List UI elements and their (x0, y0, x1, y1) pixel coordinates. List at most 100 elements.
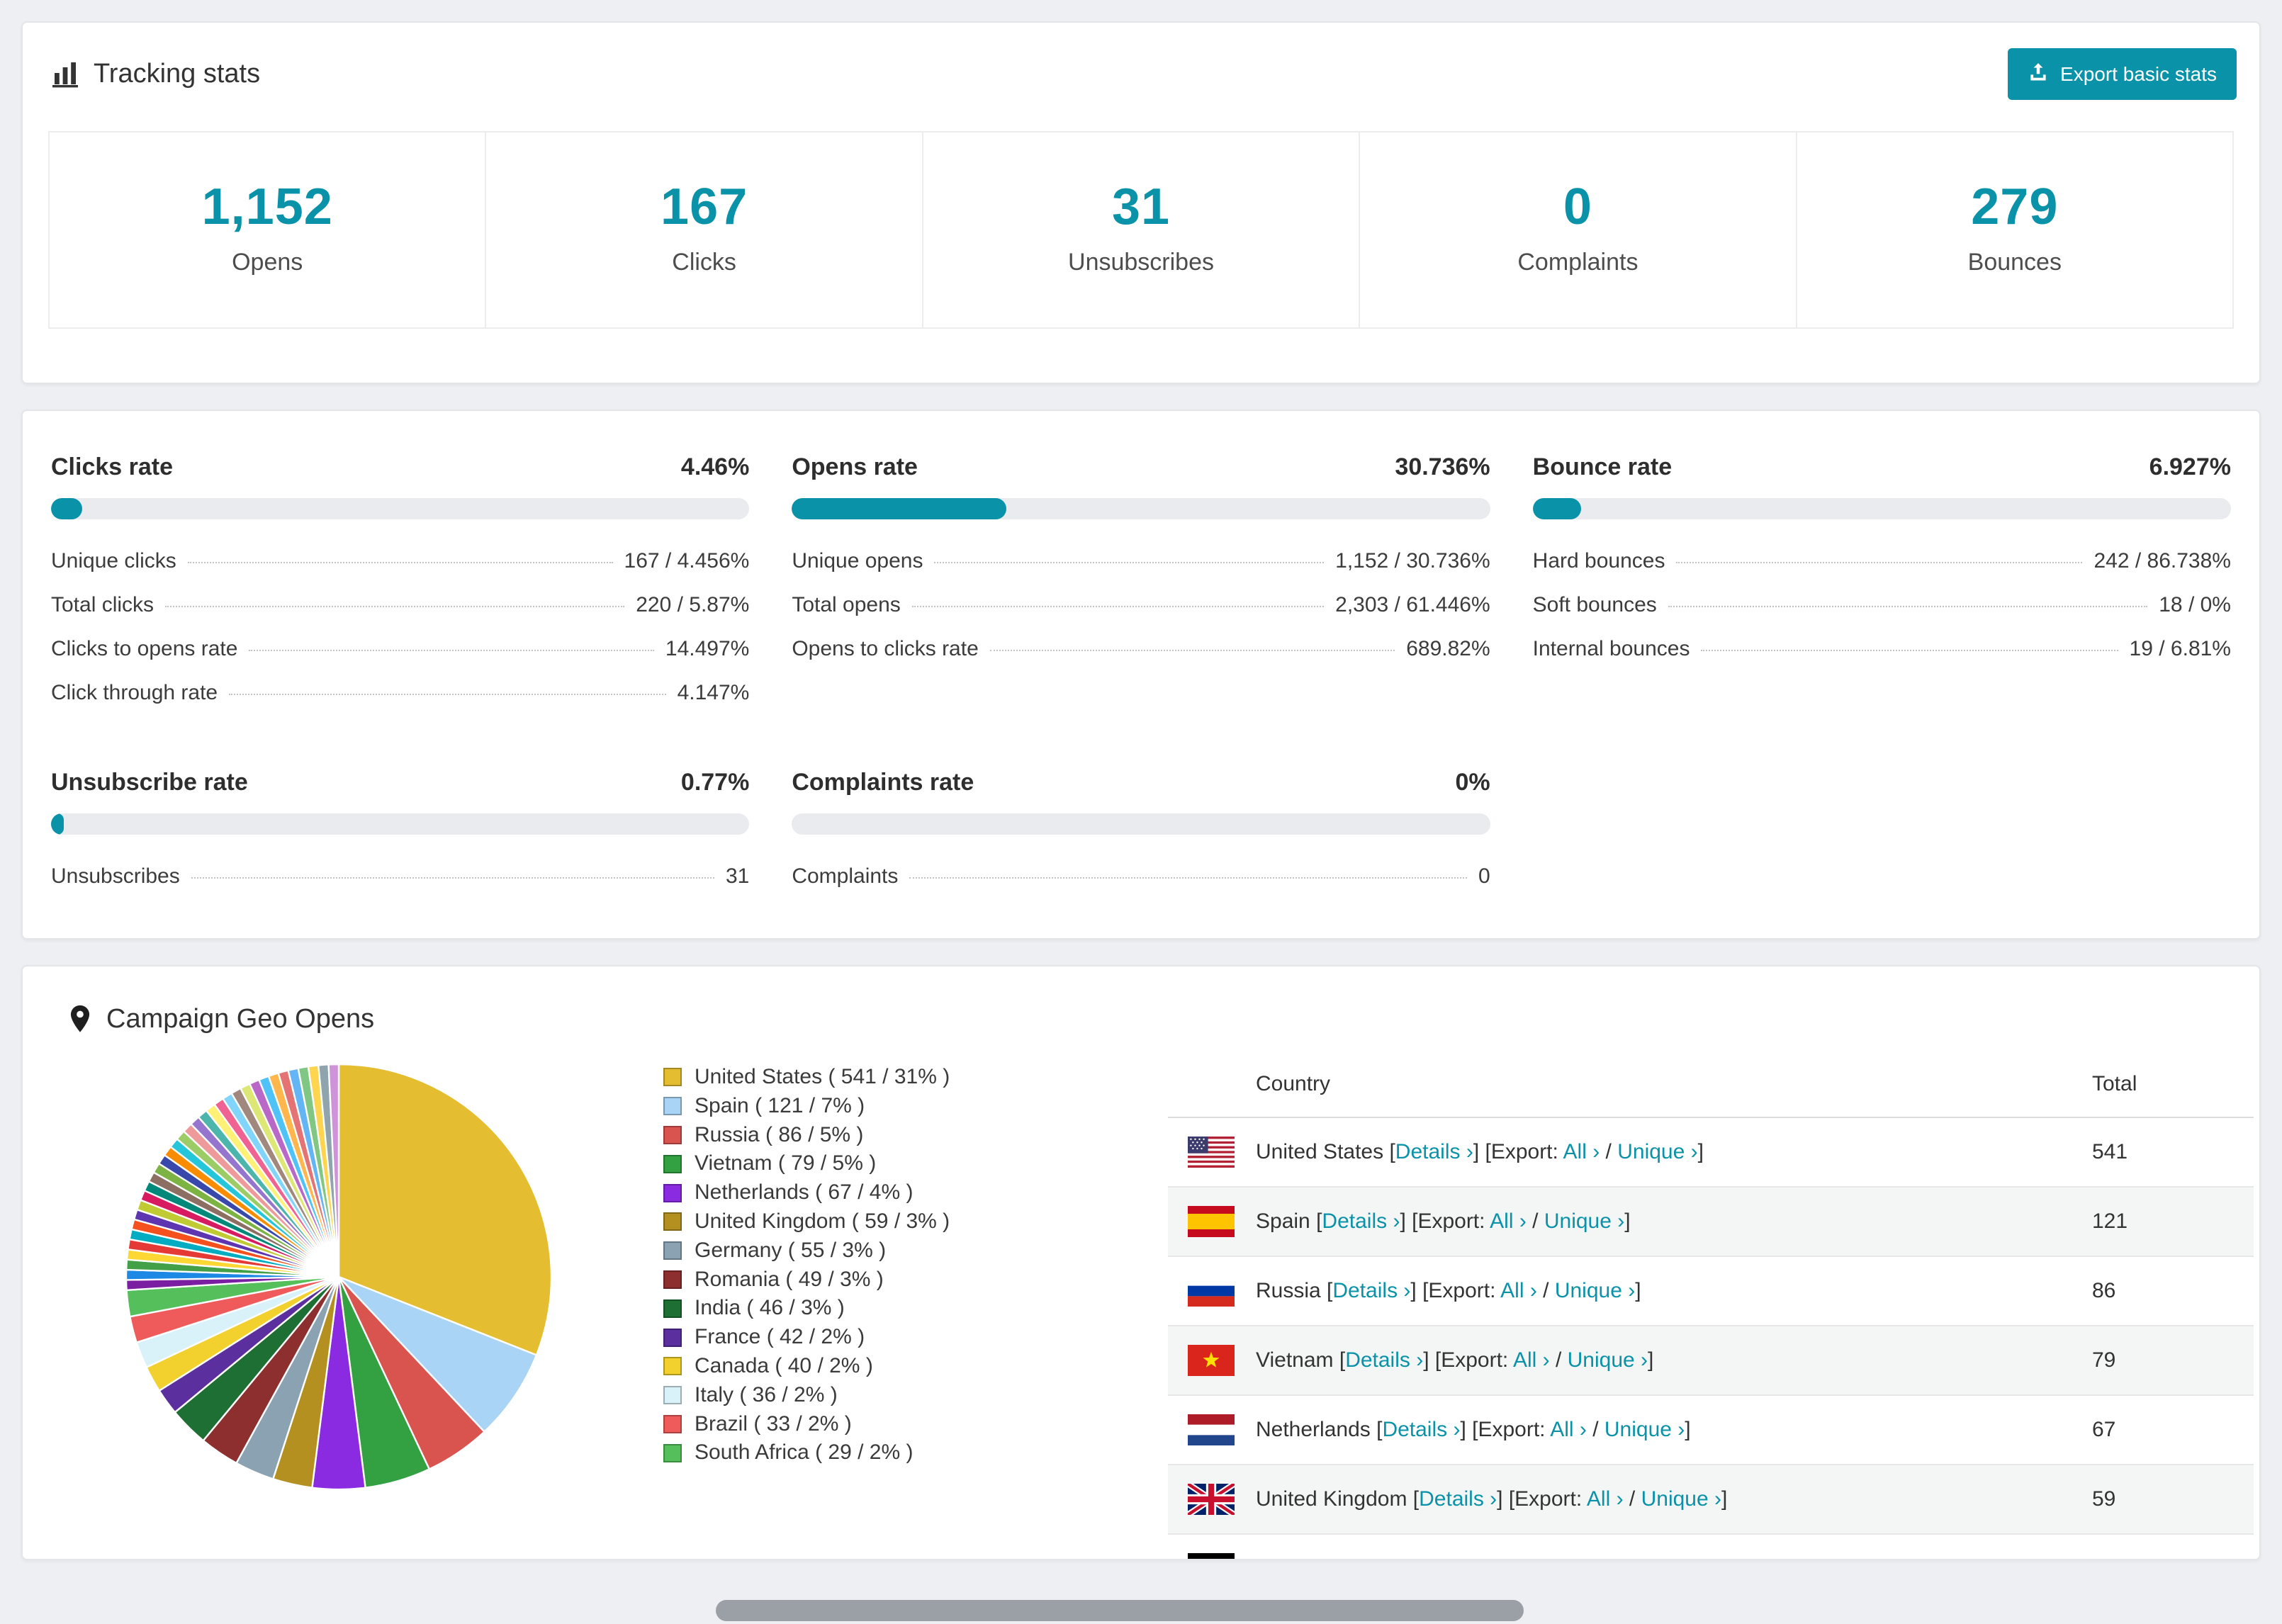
legend-swatch (663, 1270, 682, 1289)
export-all-link[interactable]: All › (1523, 1557, 1560, 1559)
legend-swatch (663, 1097, 682, 1116)
detail-value: 1,152 / 30.736% (1335, 549, 1490, 573)
detail-label: Opens to clicks rate (792, 637, 979, 660)
detail-value: 0 (1478, 864, 1490, 888)
progress-bar-fill (1532, 498, 1581, 519)
legend-item-united-states: United States ( 541 / 31% ) (663, 1063, 1168, 1092)
details-link[interactable]: Details › (1419, 1487, 1497, 1511)
details-link[interactable]: Details › (1355, 1557, 1433, 1559)
stat-label: Unsubscribes (1068, 249, 1214, 276)
country-name: Spain (1256, 1209, 1310, 1233)
rate-block-complaints-rate: Complaints rate 0% Complaints 0 (792, 769, 1490, 898)
flag-ru-icon (1188, 1275, 1235, 1307)
detail-label: Unique clicks (51, 549, 176, 573)
rate-title: Bounce rate (1532, 453, 1673, 480)
rate-title: Opens rate (792, 453, 918, 480)
legend-swatch (663, 1241, 682, 1261)
country-name: United Kingdom (1256, 1487, 1407, 1511)
detail-value: 31 (725, 864, 750, 888)
total-value: 86 (2092, 1279, 2116, 1302)
stat-complaints: 0 Complaints (1360, 132, 1797, 327)
details-link[interactable]: Details › (1345, 1348, 1423, 1372)
legend-item-united-kingdom: United Kingdom ( 59 / 3% ) (663, 1207, 1168, 1236)
detail-value: 242 / 86.738% (2093, 549, 2231, 573)
legend-item-brazil: Brazil ( 33 / 2% ) (663, 1410, 1168, 1439)
country-name: Germany (1256, 1557, 1343, 1559)
table-row-russia: Russia [Details ›] [Export: All › / Uniq… (1168, 1257, 2254, 1326)
legend-item-germany: Germany ( 55 / 3% ) (663, 1236, 1168, 1265)
legend-label: Germany ( 55 / 3% ) (695, 1238, 887, 1262)
total-value: 55 (2092, 1557, 2234, 1559)
export-unique-link[interactable]: Unique › (1641, 1487, 1721, 1511)
country-cell: United Kingdom [Details ›] [Export: All … (1256, 1487, 1728, 1511)
rate-detail-row-hard-bounces: Hard bounces 242 / 86.738% (1533, 539, 2231, 583)
total-value: 59 (2092, 1487, 2116, 1511)
export-all-link[interactable]: All › (1587, 1487, 1624, 1511)
detail-value: 2,303 / 61.446% (1335, 593, 1490, 616)
legend-item-south-africa: South Africa ( 29 / 2% ) (663, 1438, 1168, 1467)
geo-pie-chart[interactable] (122, 1060, 556, 1494)
tracking-card-header: Tracking stats Export basic stats (23, 23, 2259, 114)
detail-value: 19 / 6.81% (2129, 637, 2231, 660)
legend-item-russia: Russia ( 86 / 5% ) (663, 1121, 1168, 1150)
export-unique-link[interactable]: Unique › (1578, 1557, 1658, 1559)
legend-swatch (663, 1212, 682, 1231)
map-pin-icon (68, 1003, 92, 1034)
export-unique-link[interactable]: Unique › (1568, 1348, 1648, 1372)
rate-block-clicks-rate: Clicks rate 4.46% Unique clicks 167 / 4.456… (51, 453, 750, 715)
details-link[interactable]: Details › (1322, 1209, 1400, 1233)
summary-stats-row: 1,152 Opens 167 Clicks 31 Unsubscribes 0 Compla… (48, 131, 2234, 329)
export-all-link[interactable]: All › (1500, 1279, 1537, 1302)
export-all-link[interactable]: All › (1513, 1348, 1550, 1372)
export-icon (2028, 61, 2049, 87)
details-link[interactable]: Details › (1332, 1279, 1410, 1302)
progress-bar-fill (792, 498, 1007, 519)
total-column-header: Total (2092, 1072, 2137, 1095)
legend-item-canada: Canada ( 40 / 2% ) (663, 1352, 1168, 1381)
legend-swatch (663, 1068, 682, 1087)
legend-item-france: France ( 42 / 2% ) (663, 1323, 1168, 1352)
details-link[interactable]: Details › (1382, 1418, 1460, 1441)
detail-value: 167 / 4.456% (624, 549, 750, 573)
details-link[interactable]: Details › (1395, 1140, 1473, 1163)
detail-label: Clicks to opens rate (51, 637, 238, 660)
detail-label: Unique opens (792, 549, 923, 573)
horizontal-scrollbar[interactable] (716, 1600, 1524, 1621)
export-unique-link[interactable]: Unique › (1555, 1279, 1635, 1302)
legend-label: Italy ( 36 / 2% ) (695, 1382, 838, 1406)
rate-block-opens-rate: Opens rate 30.736% Unique opens 1,152 / 30.… (792, 453, 1490, 715)
stat-label: Opens (232, 249, 303, 276)
export-unique-link[interactable]: Unique › (1604, 1418, 1685, 1441)
rate-detail-row-clicks-to-opens-rate: Clicks to opens rate 14.497% (51, 627, 749, 671)
detail-label: Internal bounces (1532, 637, 1690, 660)
rate-detail-row-unique-opens: Unique opens 1,152 / 30.736% (792, 539, 1490, 583)
flag-es-icon (1188, 1206, 1235, 1237)
export-basic-stats-button[interactable]: Export basic stats (2008, 48, 2237, 100)
rate-block-bounce-rate: Bounce rate 6.927% Hard bounces 242 / 86.73… (1532, 453, 2231, 715)
geo-card-header: Campaign Geo Opens (23, 966, 2259, 1040)
detail-label: Click through rate (51, 681, 218, 704)
detail-label: Unsubscribes (51, 864, 180, 888)
export-all-link[interactable]: All › (1490, 1209, 1527, 1233)
legend-swatch (663, 1386, 682, 1405)
dotted-leader (1668, 606, 2148, 607)
country-cell: Vietnam [Details ›] [Export: All › / Uni… (1256, 1348, 1654, 1372)
export-unique-link[interactable]: Unique › (1617, 1140, 1697, 1163)
table-row-united-states: United States [Details ›] [Export: All ›… (1168, 1118, 2254, 1188)
export-all-link[interactable]: All › (1563, 1140, 1600, 1163)
country-column-header: Country (1256, 1072, 1331, 1095)
export-all-link[interactable]: All › (1550, 1418, 1587, 1441)
country-name: Netherlands (1256, 1418, 1371, 1441)
progress-bar-fill (51, 813, 64, 835)
legend-swatch (663, 1443, 682, 1462)
total-value: 79 (2092, 1348, 2116, 1372)
export-unique-link[interactable]: Unique › (1544, 1209, 1624, 1233)
legend-label: India ( 46 / 3% ) (695, 1296, 845, 1320)
progress-bar (1532, 498, 2231, 519)
tracking-stats-card: Tracking stats Export basic stats 1,152 O… (21, 21, 2261, 384)
country-cell: Spain [Details ›] [Export: All › / Uniqu… (1256, 1209, 1631, 1233)
legend-label: Romania ( 49 / 3% ) (695, 1267, 884, 1291)
progress-bar (51, 813, 750, 835)
country-name: Vietnam (1256, 1348, 1334, 1372)
detail-label: Total opens (792, 593, 901, 616)
